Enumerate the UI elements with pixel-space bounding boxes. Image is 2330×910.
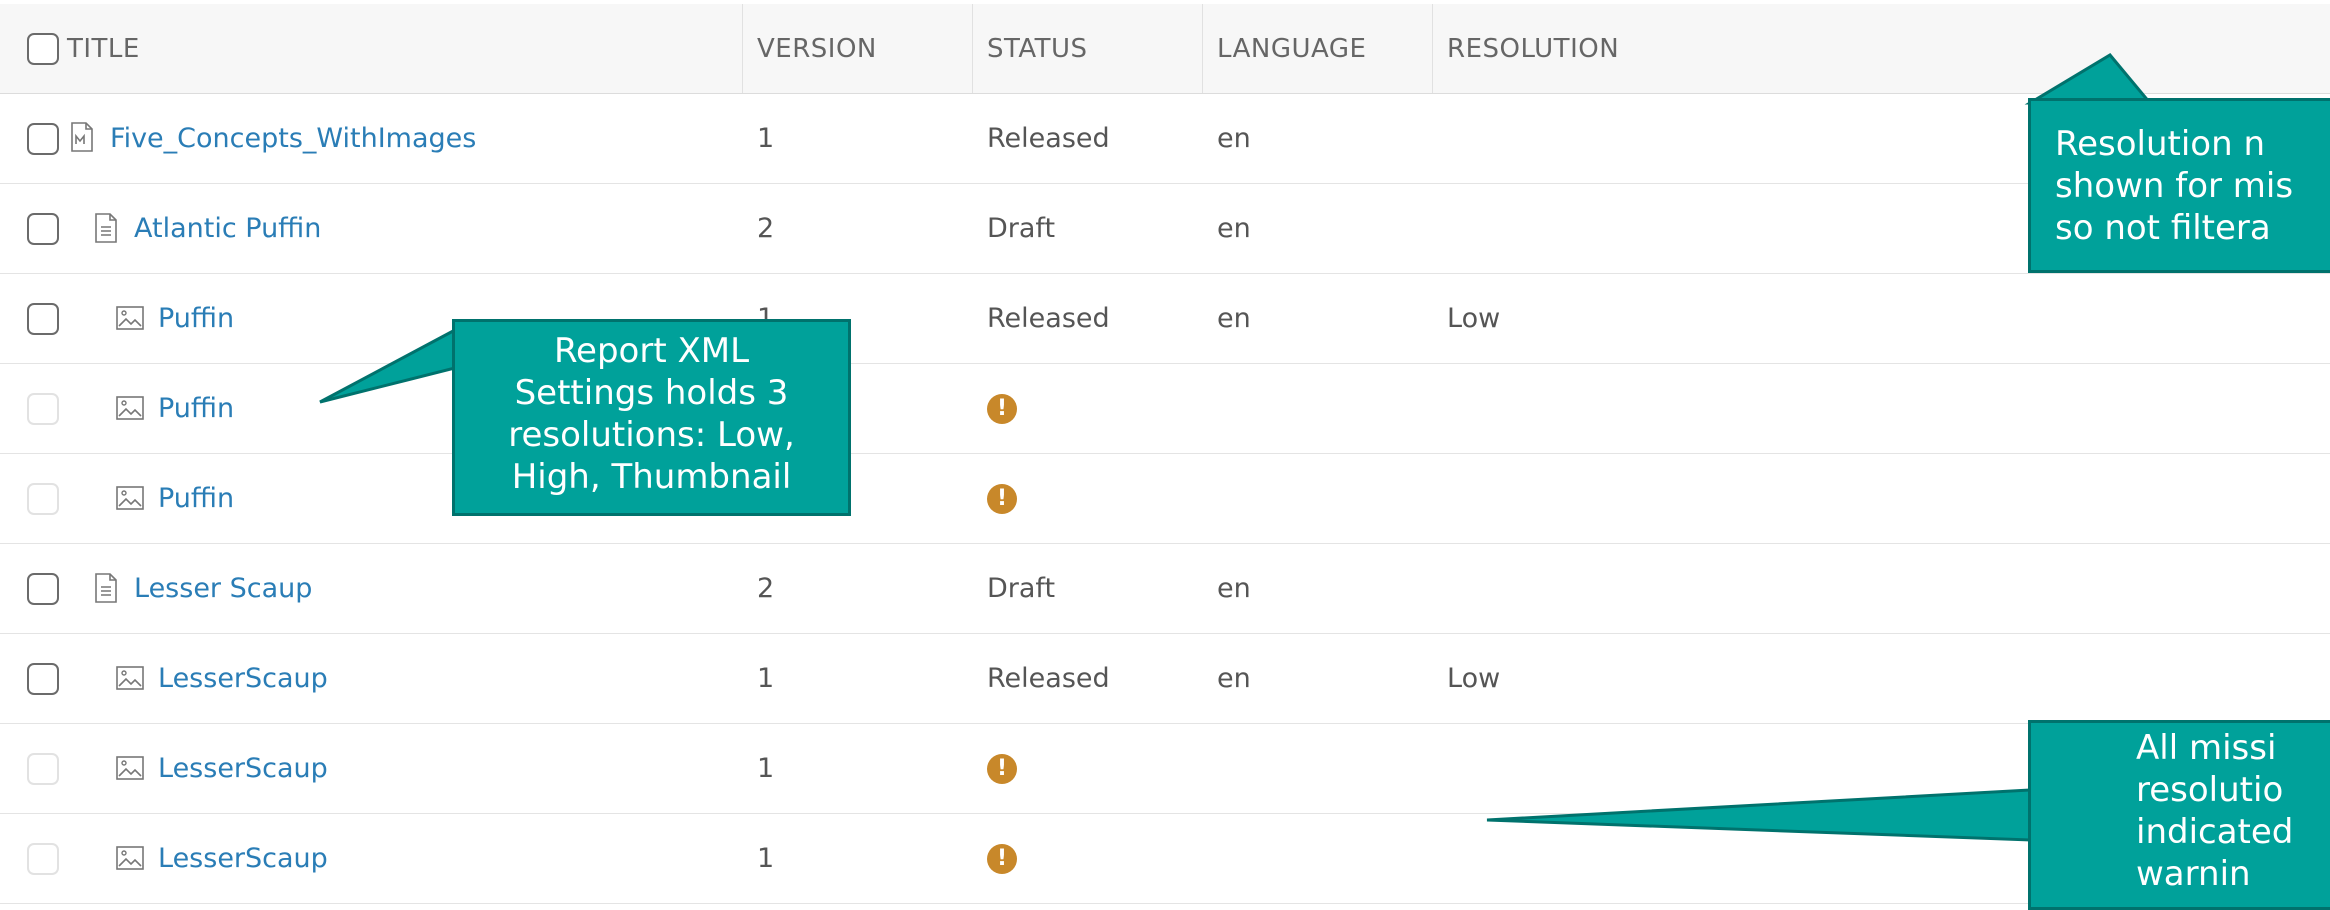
resolution-note-pointer (2024, 53, 2154, 105)
report-xml-pointer (319, 327, 457, 404)
callout-missing-note: All missi resolutio indicated warnin (2028, 720, 2330, 910)
callout-report-xml: Report XML Settings holds 3 resolutions:… (452, 319, 851, 516)
missing-note-pointer (1486, 788, 2032, 842)
callout-pointers (319, 53, 2154, 842)
callout-resolution-note: Resolution n shown for mis so not filter… (2028, 98, 2330, 273)
